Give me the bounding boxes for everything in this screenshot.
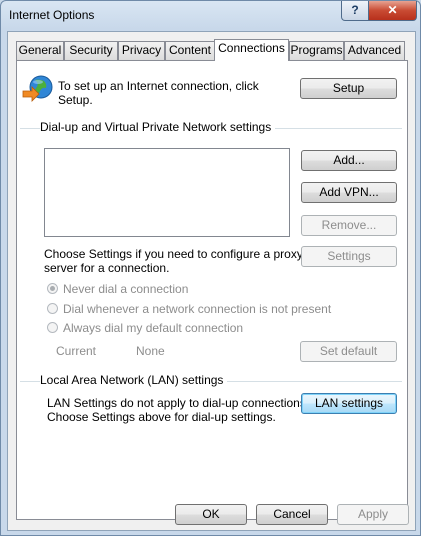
radio-indicator: [47, 283, 58, 294]
internet-options-window: Internet Options ? ✕ General Security Pr…: [0, 0, 421, 536]
radio-indicator: [47, 322, 58, 333]
setup-button[interactable]: Setup: [300, 78, 397, 99]
add-button[interactable]: Add...: [301, 150, 397, 171]
lan-settings-button[interactable]: LAN settings: [301, 393, 397, 414]
remove-button[interactable]: Remove...: [301, 215, 397, 236]
cancel-button[interactable]: Cancel: [256, 504, 328, 525]
tab-advanced[interactable]: Advanced: [344, 41, 405, 60]
ok-button[interactable]: OK: [175, 504, 247, 525]
connections-panel: To set up an Internet connection, click …: [16, 60, 408, 520]
apply-button[interactable]: Apply: [337, 504, 409, 525]
radio-indicator: [47, 303, 58, 314]
lan-text-line1: LAN Settings do not apply to dial-up con…: [47, 396, 310, 410]
dialup-group-label: Dial-up and Virtual Private Network sett…: [40, 120, 276, 134]
tab-general[interactable]: General: [16, 41, 64, 60]
setup-text-line2: Setup.: [58, 93, 93, 107]
tab-security[interactable]: Security: [64, 41, 118, 60]
add-vpn-button[interactable]: Add VPN...: [301, 182, 397, 203]
help-button[interactable]: ?: [341, 1, 369, 21]
settings-button[interactable]: Settings: [301, 246, 397, 267]
radio-label: Never dial a connection: [63, 282, 189, 296]
connections-listbox[interactable]: [44, 148, 290, 237]
globe-network-icon: [22, 75, 53, 102]
tab-programs[interactable]: Programs: [289, 41, 344, 60]
dialog-client-area: General Security Privacy Content Connect…: [7, 31, 416, 531]
proxy-text-line1: Choose Settings if you need to configure…: [44, 247, 303, 261]
tab-privacy[interactable]: Privacy: [118, 41, 165, 60]
proxy-text-line2: server for a connection.: [44, 261, 170, 275]
tab-content[interactable]: Content: [165, 41, 215, 60]
current-value: None: [136, 344, 165, 358]
radio-label: Always dial my default connection: [63, 321, 244, 335]
set-default-button[interactable]: Set default: [300, 341, 397, 362]
setup-text-line1: To set up an Internet connection, click: [58, 79, 259, 93]
close-button[interactable]: ✕: [368, 1, 417, 21]
title-bar[interactable]: Internet Options ? ✕: [1, 1, 420, 31]
lan-group-label: Local Area Network (LAN) settings: [40, 373, 228, 387]
window-title: Internet Options: [9, 8, 95, 22]
current-label: Current: [56, 344, 97, 358]
radio-label: Dial whenever a network connection is no…: [63, 302, 332, 316]
tab-connections[interactable]: Connections: [214, 39, 289, 61]
lan-text-line2: Choose Settings above for dial-up settin…: [47, 410, 276, 424]
